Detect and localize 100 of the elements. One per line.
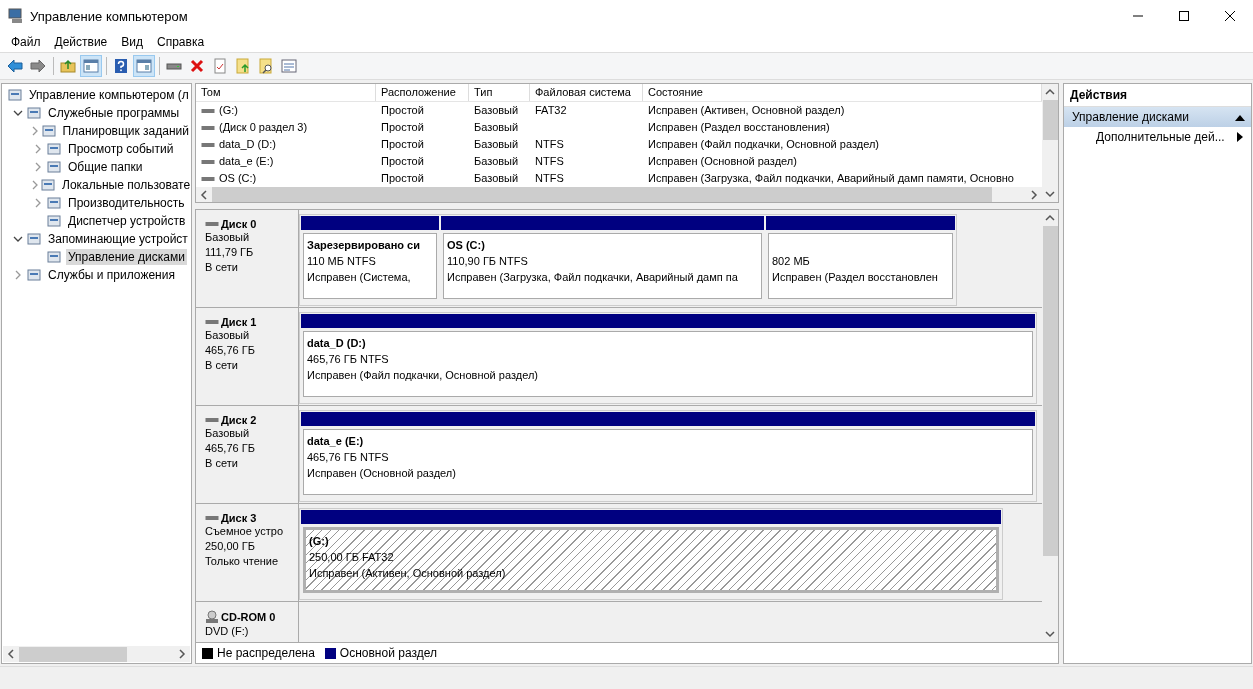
tree-item[interactable]: Локальные пользовате xyxy=(60,177,191,193)
checklist-icon xyxy=(212,58,228,74)
table-cell-text: Базовый xyxy=(474,171,519,186)
panel-toggle-icon xyxy=(136,58,152,74)
disk-detail: Базовый xyxy=(205,328,251,343)
horizontal-scrollbar[interactable] xyxy=(3,646,190,662)
scrollbar-thumb[interactable] xyxy=(1042,226,1058,556)
column-header[interactable]: Расположение xyxy=(376,84,469,101)
chevron-left-icon[interactable] xyxy=(7,649,15,659)
table-cell-text: Простой xyxy=(381,171,424,186)
tree-item[interactable]: Управление дисками xyxy=(66,249,187,265)
chevron-down-icon[interactable] xyxy=(1045,630,1055,638)
disk-name: Диск 0 xyxy=(221,218,257,230)
table-cell-text: Исправен (Файл подкачки, Основной раздел) xyxy=(648,137,879,152)
partition-status: Исправен (Загрузка, Файл подкачки, Аварийный дамп па xyxy=(447,270,739,285)
partition-status: Исправен (Система, xyxy=(307,270,412,285)
disk-detail: В сети xyxy=(205,260,239,275)
tree-item[interactable]: Запоминающие устройст xyxy=(46,231,190,247)
maximize-icon[interactable] xyxy=(1178,10,1190,22)
chevron-up-icon[interactable] xyxy=(1045,88,1055,96)
tree-item[interactable]: Планировщик заданий xyxy=(60,123,191,139)
chevron-right-icon[interactable] xyxy=(178,649,186,659)
chevron-down-icon[interactable] xyxy=(1045,190,1055,198)
node-icon xyxy=(46,249,62,265)
table-cell-text: NTFS xyxy=(535,154,564,169)
legend-label: Основной раздел xyxy=(339,646,437,660)
chevron-left-icon[interactable] xyxy=(200,189,208,200)
disk-detail: DVD (F:) xyxy=(205,624,250,639)
table-cell-text: (G:) xyxy=(219,103,238,118)
disk-detail: Базовый xyxy=(205,230,251,245)
column-header[interactable]: Файловая система xyxy=(530,84,643,101)
node-icon xyxy=(26,105,42,121)
chevron-up-icon[interactable] xyxy=(1045,214,1055,222)
legend-label: Не распределена xyxy=(217,646,315,660)
window-title: Управление компьютером xyxy=(30,8,188,24)
table-cell-text: Базовый xyxy=(474,103,519,118)
table-cell-text: data_e (E:) xyxy=(219,154,274,169)
menu-item[interactable]: Файл xyxy=(4,35,48,49)
scrollbar-thumb[interactable] xyxy=(1042,100,1058,140)
node-icon xyxy=(40,123,57,139)
tree-item[interactable]: Управление компьютером (л xyxy=(27,87,191,103)
table-cell-text: Базовый xyxy=(474,137,519,152)
table-cell-text: Простой xyxy=(381,120,424,135)
table-cell-text: NTFS xyxy=(535,171,564,186)
partition-size: 465,76 ГБ NTFS xyxy=(307,352,390,367)
column-header[interactable]: Тип xyxy=(469,84,530,101)
disk-detail: В сети xyxy=(205,358,239,373)
scrollbar-thumb[interactable] xyxy=(19,646,127,662)
table-cell-text: NTFS xyxy=(535,137,564,152)
disk-detail: Базовый xyxy=(205,426,251,441)
disk-detail: 465,76 ГБ xyxy=(205,441,256,456)
partition-size: 110 МБ NTFS xyxy=(307,254,377,269)
back-arrow-icon xyxy=(7,58,23,74)
partition-title: Зарезервировано си xyxy=(307,238,421,253)
column-header[interactable]: Том xyxy=(196,84,376,101)
chevron-down-icon[interactable] xyxy=(13,108,23,118)
actions-section[interactable]: Управление дисками xyxy=(1064,107,1251,127)
node-icon xyxy=(46,159,62,175)
table-cell-text: data_D (D:) xyxy=(219,137,276,152)
table-cell-text: Базовый xyxy=(474,154,519,169)
tree-item[interactable]: Службы и приложения xyxy=(46,267,177,283)
disk-name: Диск 2 xyxy=(221,414,257,426)
disk-detail: 250,00 ГБ xyxy=(205,539,256,554)
vertical-scrollbar[interactable] xyxy=(1042,84,1058,202)
partition-status: Исправен (Файл подкачки, Основной раздел) xyxy=(307,368,539,383)
chevron-right-icon[interactable] xyxy=(13,270,23,280)
drive-icon xyxy=(205,318,219,326)
partition-title: (G:) xyxy=(309,534,330,549)
tree-item[interactable]: Просмотр событий xyxy=(66,141,176,157)
node-icon xyxy=(26,231,42,247)
triangle-right-icon xyxy=(1237,132,1243,142)
node-icon xyxy=(46,141,62,157)
action-item[interactable]: Дополнительные дей... xyxy=(1064,127,1251,147)
tree-item[interactable]: Производительность xyxy=(66,195,187,211)
partition-size: 802 МБ xyxy=(772,254,811,269)
menu-item[interactable]: Действие xyxy=(47,35,115,49)
disk-name: Диск 3 xyxy=(221,512,257,524)
disk-detail: Съемное устро xyxy=(205,524,284,539)
folder-up-icon xyxy=(60,58,76,74)
node-icon xyxy=(7,87,23,103)
search-icon xyxy=(258,58,274,74)
section-title: Управление дисками xyxy=(1072,110,1189,124)
menu-item[interactable]: Справка xyxy=(150,35,212,49)
toolbar-button[interactable] xyxy=(80,55,102,77)
table-cell-text: FAT32 xyxy=(535,103,567,118)
tree-item[interactable]: Служебные программы xyxy=(46,105,182,121)
toolbar-button[interactable] xyxy=(133,55,155,77)
chevron-down-icon[interactable] xyxy=(13,234,23,244)
table-cell-text: Исправен (Загрузка, Файл подкачки, Аварийный дамп памяти, Основно xyxy=(648,171,1014,186)
menu-item[interactable]: Вид xyxy=(114,35,150,49)
partition-size: 250,00 ГБ FAT32 xyxy=(309,550,395,565)
partition-status: Исправен (Активен, Основной раздел) xyxy=(309,566,507,581)
tree-item[interactable]: Общие папки xyxy=(66,159,145,175)
tree-item[interactable]: Диспетчер устройств xyxy=(66,213,188,229)
disk-name: Диск 1 xyxy=(221,316,257,328)
node-icon xyxy=(26,267,42,283)
close-icon[interactable] xyxy=(1224,10,1236,22)
chevron-right-icon[interactable] xyxy=(1030,189,1038,200)
table-cell-text: Простой xyxy=(381,137,424,152)
table-cell-text: OS (C:) xyxy=(219,171,257,186)
